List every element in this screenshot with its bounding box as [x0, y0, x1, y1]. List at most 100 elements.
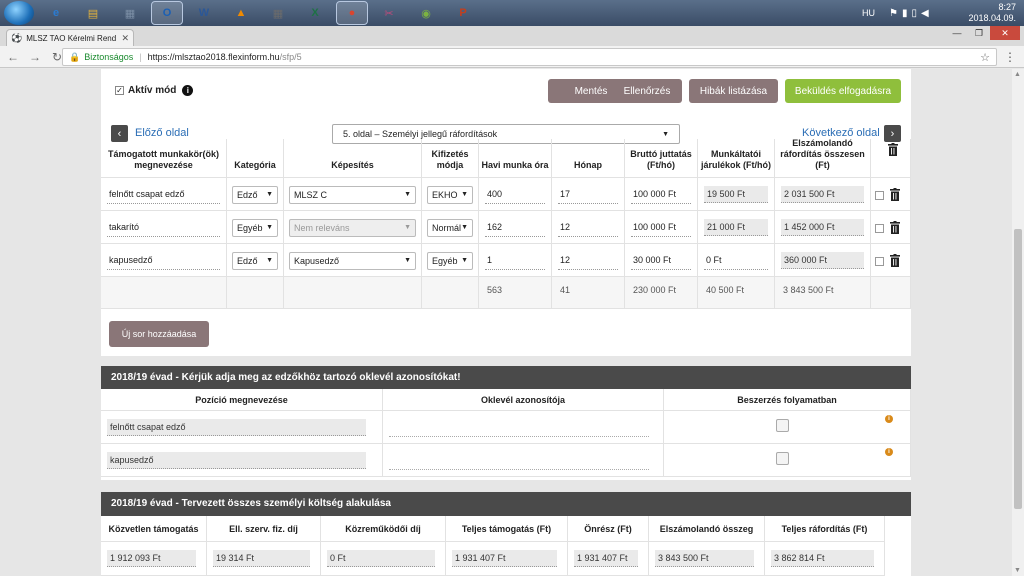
cell: Normál ▼	[422, 211, 479, 243]
row-select-checkbox[interactable]	[875, 257, 884, 266]
explorer-icon[interactable]: ▤	[78, 2, 108, 24]
contribution-input: 21 000 Ft	[704, 219, 768, 236]
start-button[interactable]	[4, 1, 34, 25]
cell: 1 452 000 Ft	[775, 211, 871, 243]
months-input[interactable]: 17	[558, 186, 618, 204]
gross-input[interactable]: 100 000 Ft	[631, 219, 691, 237]
cost-header-cell: Teljes ráfordítás (Ft)	[765, 516, 885, 542]
diploma-id-input[interactable]	[389, 452, 649, 470]
header-label: Munkáltatói járulékok (Ft/hó)	[700, 149, 771, 170]
cell: takarító	[101, 211, 227, 243]
cell: 3 843 500 Ft	[775, 277, 871, 308]
payment-select[interactable]: Normál ▼	[427, 219, 473, 237]
diploma-cell	[383, 411, 664, 444]
calculator-icon[interactable]: ▦	[115, 2, 145, 24]
qualification-select[interactable]: Kapusedző ▼	[289, 252, 416, 270]
months-input[interactable]: 12	[558, 252, 618, 270]
chevron-down-icon: ▼	[266, 191, 273, 198]
snipping-icon[interactable]: ✂	[374, 2, 404, 24]
info-icon[interactable]: i	[182, 85, 194, 96]
contribution-input: 19 500 Ft	[704, 186, 768, 203]
prev-page-link[interactable]: Előző oldal	[135, 127, 189, 139]
word-icon[interactable]: W	[189, 2, 219, 24]
cell: kapusedző	[101, 244, 227, 276]
restore-icon[interactable]: ❐	[968, 26, 990, 40]
category-select-value: Egyéb	[237, 223, 263, 233]
sum-value: 41	[560, 285, 571, 295]
chrome-icon[interactable]: ●	[336, 1, 368, 25]
row-select-checkbox[interactable]	[875, 224, 884, 233]
url-input[interactable]: 🔒 Biztonságos | https://mlsztao2018.flex…	[62, 48, 997, 66]
position-input[interactable]: felnőtt csapat edző	[107, 186, 220, 204]
cell: 100 000 Ft	[625, 211, 698, 243]
qualification-select: Nem releváns ▼	[289, 219, 416, 237]
cost-summary-table: Közvetlen támogatás 1 912 093 Ft Ell. szer…	[101, 516, 911, 576]
cell: 21 000 Ft	[698, 211, 775, 243]
back-icon[interactable]: ←	[4, 50, 22, 64]
calculator2-icon[interactable]: ▦	[263, 2, 293, 24]
diploma-id-input[interactable]	[389, 419, 649, 437]
delete-row-icon[interactable]	[890, 188, 900, 201]
row-select-checkbox[interactable]	[875, 191, 884, 200]
contribution-input[interactable]: 0 Ft	[704, 252, 768, 270]
cell: 0 Ft	[698, 244, 775, 276]
chevron-down-icon: ▼	[461, 224, 468, 231]
cell: EKHO ▼	[422, 178, 479, 210]
position-input[interactable]: takarító	[107, 219, 220, 237]
hours-input[interactable]: 400	[485, 186, 545, 204]
excel-icon[interactable]: X	[300, 2, 330, 24]
procurement-checkbox[interactable]	[776, 419, 789, 432]
payment-select[interactable]: EKHO ▼	[427, 186, 473, 204]
forward-icon[interactable]: →	[26, 50, 44, 64]
minimize-icon[interactable]: —	[946, 26, 968, 40]
outlook-icon[interactable]: O	[151, 1, 183, 25]
procurement-checkbox[interactable]	[776, 452, 789, 465]
gross-input[interactable]: 30 000 Ft	[631, 252, 691, 270]
page-scrollbar[interactable]: ▲ ▼	[1012, 69, 1024, 576]
info-icon[interactable]: i	[885, 415, 893, 423]
gross-input[interactable]: 100 000 Ft	[631, 186, 691, 204]
list-errors-button[interactable]: Hibák listázása	[689, 79, 778, 103]
close-tab-icon[interactable]: ✕	[121, 33, 129, 44]
category-select[interactable]: Edző ▼	[232, 186, 278, 204]
clock[interactable]: 8:27 2018.04.09.	[968, 2, 1016, 24]
next-page-link[interactable]: Következő oldal	[802, 127, 880, 139]
cell: 360 000 Ft	[775, 244, 871, 276]
ie-icon[interactable]: e	[41, 2, 71, 24]
cell: 30 000 Ft	[625, 244, 698, 276]
cell: Nem releváns ▼	[284, 211, 422, 243]
vlc-icon[interactable]: ▲	[226, 2, 256, 24]
months-input[interactable]: 12	[558, 219, 618, 237]
bookmark-star-icon[interactable]: ☆	[980, 51, 990, 64]
check-button[interactable]: Ellenőrzés	[612, 79, 682, 103]
payment-select[interactable]: Egyéb ▼	[427, 252, 473, 270]
cell: 400	[479, 178, 552, 210]
position-input[interactable]: kapusedző	[107, 252, 220, 270]
scrollbar-thumb[interactable]	[1014, 229, 1022, 509]
header-cell: Kifizetés módja	[422, 139, 479, 177]
chevron-down-icon: ▼	[404, 257, 411, 264]
active-mode-toggle[interactable]: ✓ Aktív mód i	[115, 85, 194, 96]
delete-all-icon[interactable]	[888, 143, 898, 156]
table-row: takarító Egyéb ▼ Nem releváns ▼ Normál ▼ 162 12 1…	[101, 211, 911, 244]
active-mode-checkbox[interactable]: ✓	[115, 86, 124, 95]
info-icon[interactable]: i	[885, 448, 893, 456]
greenshot-icon[interactable]: ◉	[411, 2, 441, 24]
powerpoint-icon[interactable]: P	[448, 2, 478, 24]
submit-button[interactable]: Beküldés elfogadásra	[785, 79, 901, 103]
language-indicator[interactable]: HU	[862, 8, 875, 18]
chrome-menu-icon[interactable]: ⋮	[1004, 50, 1016, 64]
scroll-up-icon[interactable]: ▲	[1014, 71, 1021, 78]
add-row-button[interactable]: Új sor hozzáadása	[109, 321, 209, 347]
browser-tab[interactable]: ⚽ MLSZ TAO Kérelmi Rend ✕	[6, 29, 134, 46]
close-window-icon[interactable]: ✕	[990, 26, 1020, 40]
hours-input[interactable]: 162	[485, 219, 545, 237]
scroll-down-icon[interactable]: ▼	[1014, 567, 1021, 574]
category-select[interactable]: Egyéb ▼	[232, 219, 278, 237]
qualification-select[interactable]: MLSZ C ▼	[289, 186, 416, 204]
category-select[interactable]: Edző ▼	[232, 252, 278, 270]
hours-input[interactable]: 1	[485, 252, 545, 270]
cost-value-field: 1 912 093 Ft	[107, 550, 196, 567]
delete-row-icon[interactable]	[890, 221, 900, 234]
delete-row-icon[interactable]	[890, 254, 900, 267]
